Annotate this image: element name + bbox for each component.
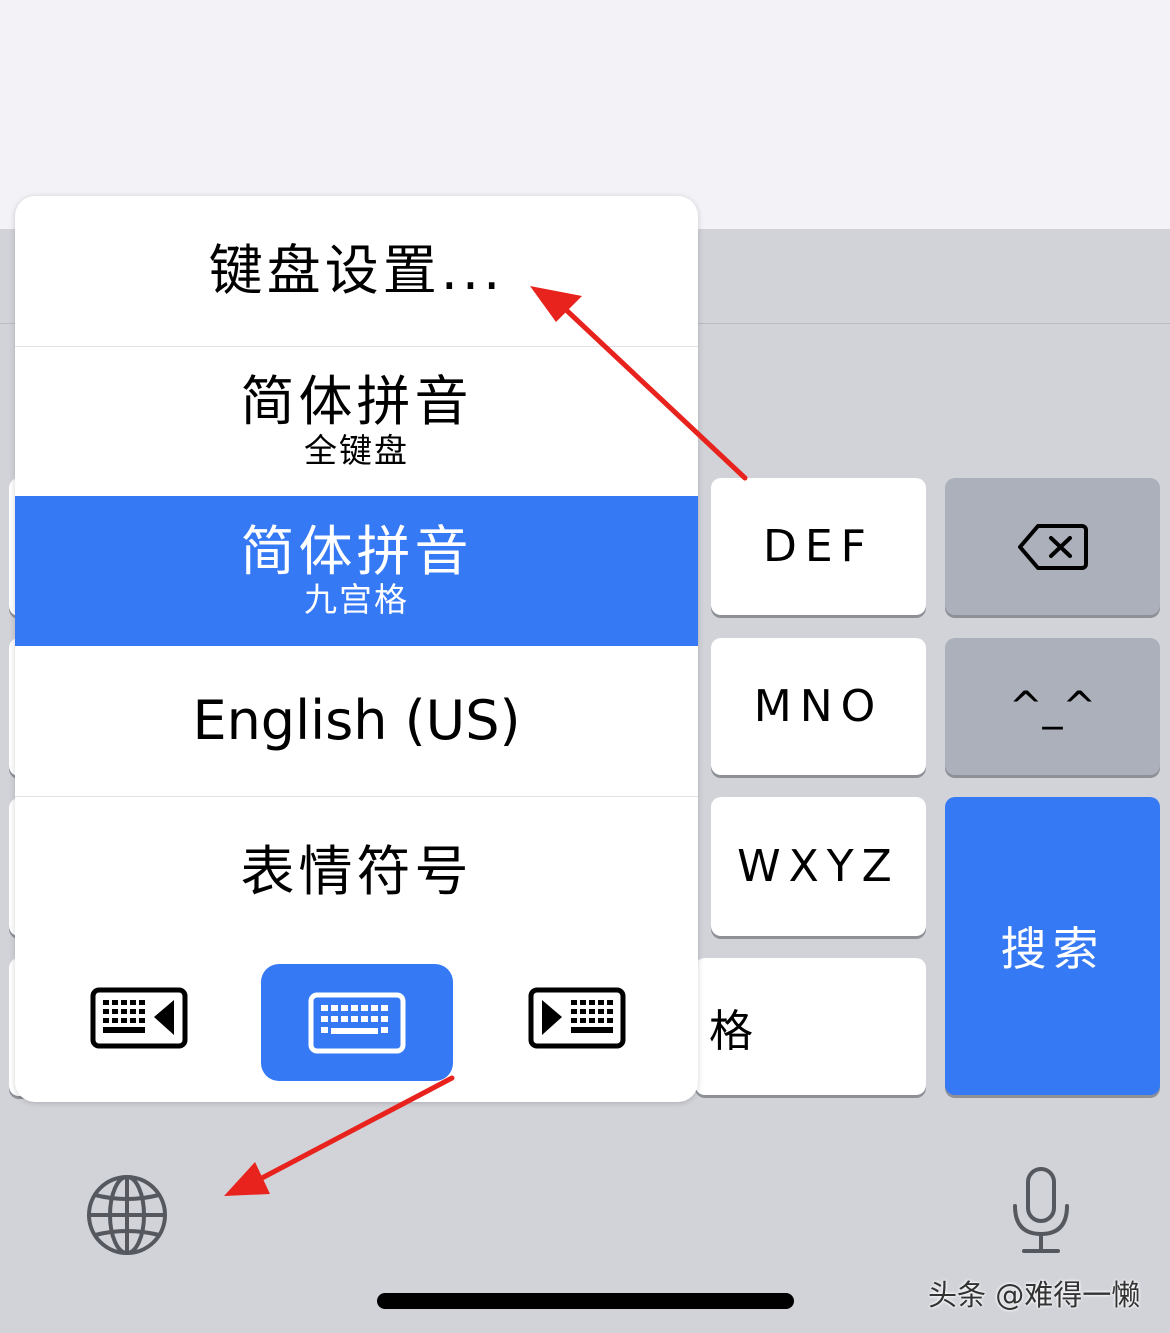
arrow-to-settings	[530, 286, 748, 481]
annotation-arrows	[224, 286, 748, 1196]
home-indicator[interactable]	[377, 1293, 794, 1309]
watermark: 头条 @难得一懒	[928, 1278, 1141, 1312]
arrow-to-globe	[224, 1075, 455, 1196]
